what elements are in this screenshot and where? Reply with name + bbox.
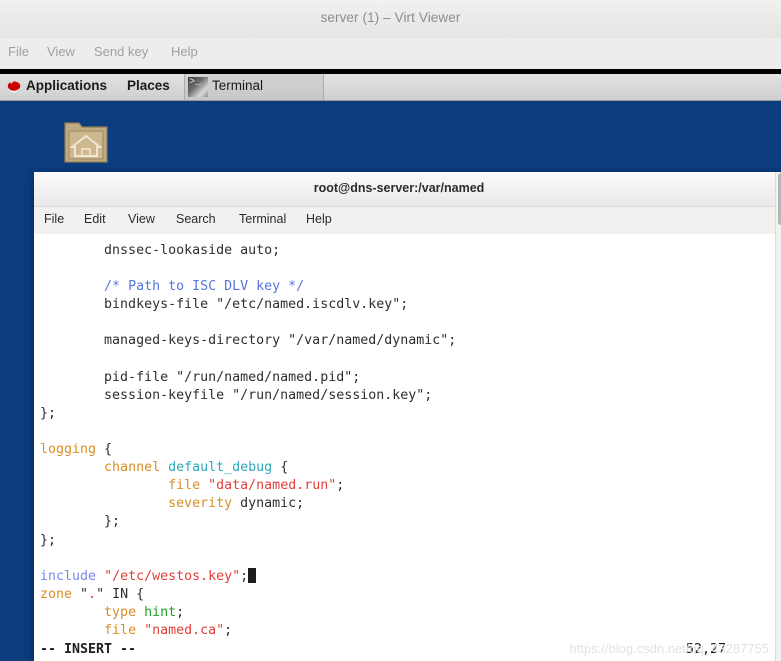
editor-line: /* Path to ISC DLV key */ — [40, 278, 456, 296]
editor-token — [200, 478, 208, 493]
editor-token — [40, 623, 104, 638]
editor-token: zone — [40, 586, 73, 602]
editor-line: zone "." IN { — [40, 586, 456, 604]
editor-token: ; — [240, 568, 249, 584]
watermark-text: https://blog.csdn.net/qq_43287755 — [569, 641, 770, 656]
editor-token: type — [104, 604, 137, 620]
vim-mode-status: -- INSERT -- — [40, 642, 137, 657]
editor-line: channel default_debug { — [40, 459, 456, 477]
editor-token: bindkeys-file "/etc/named.iscdlv.key"; — [40, 297, 409, 313]
term-menu-edit[interactable]: Edit — [84, 212, 106, 226]
virt-viewer-window: server (1) – Virt Viewer File View Send … — [0, 0, 781, 661]
editor-token: "/etc/westos.key" — [104, 568, 241, 584]
editor-token — [40, 605, 104, 620]
editor-token — [96, 569, 104, 584]
vv-menu-view[interactable]: View — [47, 44, 75, 59]
vv-menu-help[interactable]: Help — [171, 44, 198, 59]
home-folder-icon[interactable] — [62, 117, 110, 169]
editor-token: ; — [176, 604, 185, 620]
editor-token: . — [88, 586, 97, 602]
term-menu-view[interactable]: View — [128, 212, 155, 226]
taskbar-window-terminal[interactable]: Terminal — [184, 74, 324, 100]
editor-line: pid-file "/run/named/named.pid"; — [40, 369, 456, 387]
editor-token — [160, 460, 168, 475]
vim-cursor-position: 52,27 — [685, 642, 726, 657]
editor-line: managed-keys-directory "/var/named/dynam… — [40, 332, 456, 350]
guest-desktop: Applications Places Terminal root@dns-se… — [0, 69, 781, 661]
red-hat-logo-icon[interactable] — [6, 79, 22, 95]
terminal-window: root@dns-server:/var/named File Edit Vie… — [34, 172, 781, 661]
editor-token — [40, 478, 168, 493]
editor-token: dnssec-lookaside auto; — [40, 243, 281, 258]
editor-token — [136, 623, 144, 638]
editor-token: session-keyfile "/run/named/session.key"… — [40, 387, 433, 403]
editor-token — [40, 279, 104, 294]
editor-line: }; — [40, 532, 456, 550]
editor-token: pid-file "/run/named/named.pid"; — [40, 369, 361, 385]
editor-token: logging — [40, 442, 97, 458]
editor-token: file — [104, 622, 137, 638]
terminal-title: root@dns-server:/var/named — [313, 181, 485, 195]
editor-token: " IN { — [96, 586, 145, 602]
editor-token: managed-keys-directory "/var/named/dynam… — [40, 333, 457, 349]
editor-token: default_debug — [168, 460, 273, 476]
virt-viewer-title: server (1) – Virt Viewer — [320, 10, 461, 25]
editor-token: /* Path to ISC DLV key */ — [104, 279, 305, 295]
editor-line: session-keyfile "/run/named/session.key"… — [40, 387, 456, 405]
editor-line: include "/etc/westos.key"; — [40, 567, 456, 586]
terminal-titlebar[interactable]: root@dns-server:/var/named — [34, 172, 781, 207]
term-menu-help[interactable]: Help — [306, 212, 332, 226]
virt-viewer-titlebar: server (1) – Virt Viewer — [0, 0, 781, 38]
editor-line: file "named.ca"; — [40, 622, 456, 640]
editor-line: }; — [40, 513, 456, 531]
editor-line: logging { — [40, 441, 456, 459]
editor-token: file — [168, 478, 201, 494]
editor-token — [136, 605, 144, 620]
editor-line: dnssec-lookaside auto; — [40, 242, 456, 260]
editor-token: { — [96, 442, 113, 458]
editor-token: }; — [40, 405, 57, 421]
term-menu-file[interactable]: File — [44, 212, 64, 226]
panel-places-menu[interactable]: Places — [127, 78, 170, 93]
editor-line: }; — [40, 405, 456, 423]
editor-line: severity dynamic; — [40, 495, 456, 513]
editor-token: ; — [336, 478, 345, 494]
editor-line: bindkeys-file "/etc/named.iscdlv.key"; — [40, 296, 456, 314]
terminal-icon — [188, 77, 208, 97]
vv-menu-file[interactable]: File — [8, 44, 29, 59]
terminal-text-area[interactable]: dnssec-lookaside auto; /* Path to ISC DL… — [34, 234, 775, 661]
panel-applications-menu[interactable]: Applications — [26, 78, 107, 93]
editor-token: include — [40, 568, 97, 584]
editor-token: "named.ca" — [144, 622, 225, 638]
editor-token: { — [272, 460, 289, 476]
vv-menu-send-key[interactable]: Send key — [94, 44, 148, 59]
editor-token: dynamic; — [232, 496, 305, 512]
editor-token — [40, 460, 104, 475]
editor-token: severity — [168, 496, 233, 512]
editor-token: }; — [40, 514, 121, 530]
terminal-scrollbar[interactable] — [775, 172, 781, 661]
editor-token: " — [72, 586, 89, 602]
editor-line: type hint; — [40, 604, 456, 622]
term-menu-search[interactable]: Search — [176, 212, 216, 226]
editor-token — [40, 496, 168, 511]
virt-viewer-menubar: File View Send key Help — [0, 38, 781, 70]
text-cursor — [248, 567, 257, 583]
term-menu-terminal[interactable]: Terminal — [239, 212, 286, 226]
editor-token: hint — [144, 604, 177, 620]
editor-token: }; — [40, 532, 57, 548]
terminal-menubar: File Edit View Search Terminal Help — [34, 207, 781, 235]
editor-token: channel — [104, 460, 161, 476]
gnome-top-panel: Applications Places Terminal — [0, 74, 781, 101]
editor-line: file "data/named.run"; — [40, 477, 456, 495]
editor-token: "data/named.run" — [208, 478, 337, 494]
taskbar-window-label: Terminal — [212, 78, 264, 93]
vim-editor-buffer: dnssec-lookaside auto; /* Path to ISC DL… — [40, 242, 456, 640]
editor-token: ; — [224, 622, 233, 638]
